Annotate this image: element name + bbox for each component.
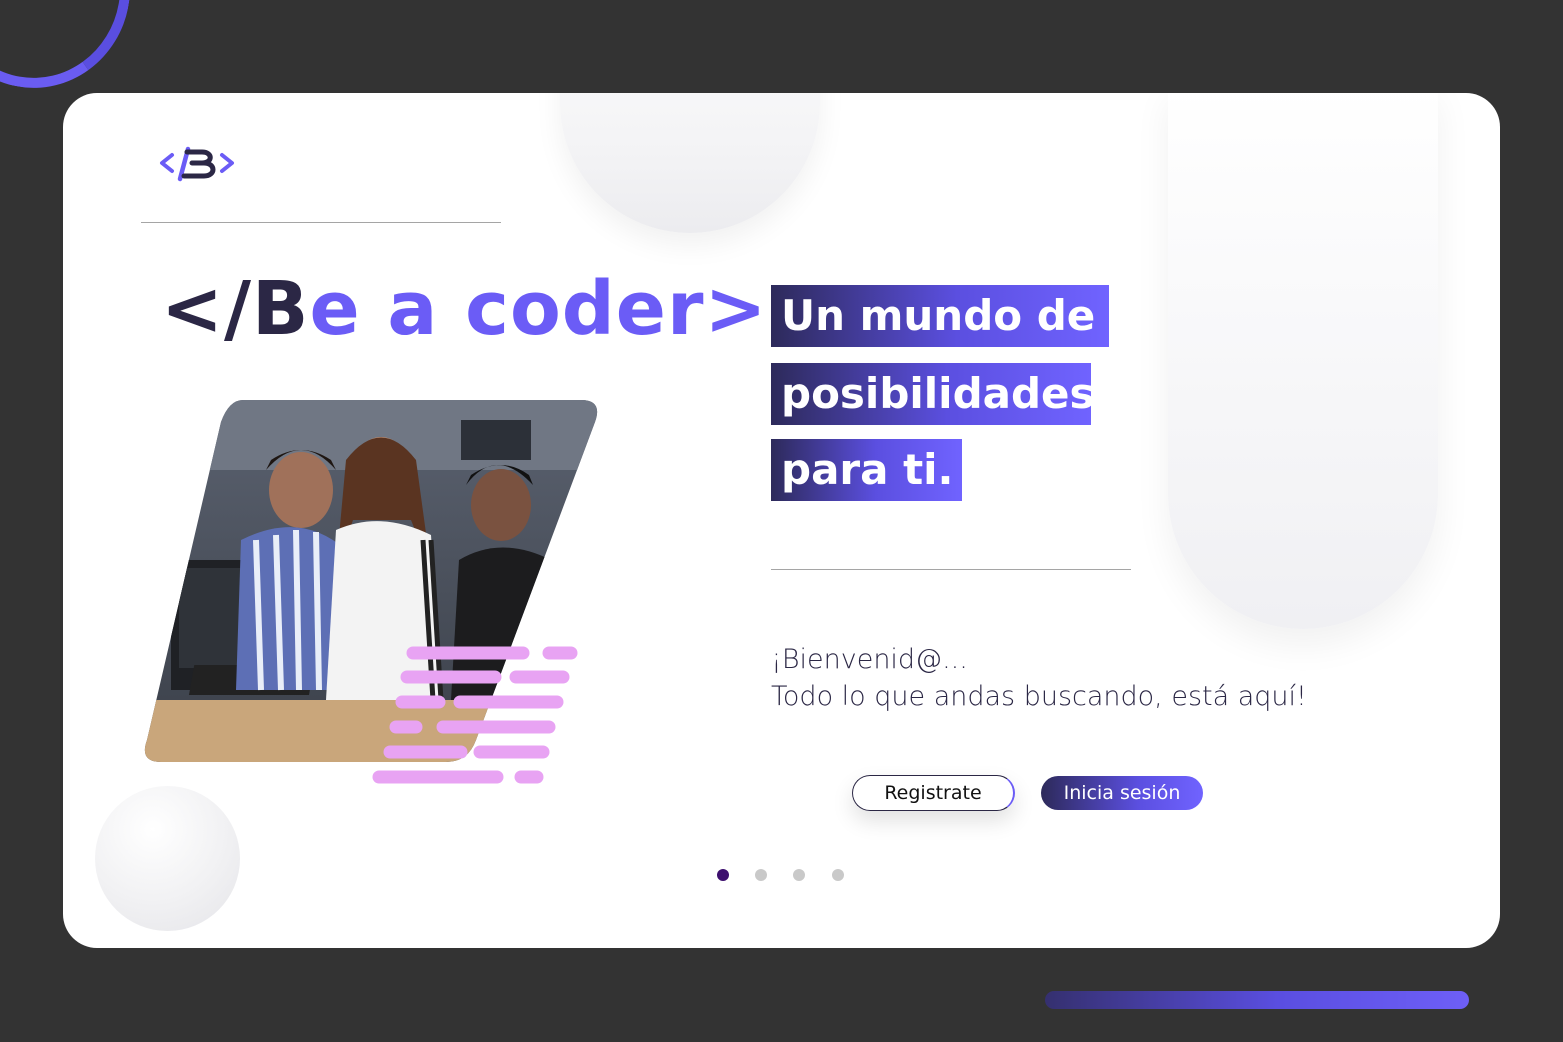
welcome-line-1: ¡Bienvenid@... xyxy=(771,644,968,675)
decorative-circle xyxy=(95,786,240,931)
carousel-dot-3[interactable] xyxy=(793,869,805,881)
hero-title-dark: </B xyxy=(161,266,310,352)
hero-title: </Be a coder> xyxy=(161,266,768,352)
decorative-code-lines xyxy=(372,646,578,784)
divider-top xyxy=(141,222,501,223)
welcome-message: ¡Bienvenid@... Todo lo que andas buscand… xyxy=(771,641,1307,715)
carousel-dot-2[interactable] xyxy=(755,869,767,881)
headline-line-2: posibilidades xyxy=(771,363,1095,425)
login-button[interactable]: Inicia sesión xyxy=(1041,776,1203,810)
headline-line-1: Un mundo de xyxy=(771,285,1109,347)
brand-logo-icon xyxy=(160,146,234,182)
carousel-dot-1[interactable] xyxy=(717,869,729,881)
welcome-card: </Be a coder> Un mundo de posibilidades … xyxy=(63,93,1500,948)
divider-middle xyxy=(771,569,1131,570)
register-button[interactable]: Registrate xyxy=(852,775,1015,811)
hero-title-accent: e a coder> xyxy=(309,266,768,352)
welcome-line-2: Todo lo que andas buscando, está aquí! xyxy=(771,681,1307,712)
decorative-right-shape xyxy=(1168,93,1438,629)
decorative-corner-arc xyxy=(0,0,146,103)
headline-line-3: para ti. xyxy=(771,439,962,501)
carousel-dot-4[interactable] xyxy=(832,869,844,881)
decorative-top-shape xyxy=(560,93,820,233)
decorative-bottom-bar xyxy=(1045,991,1469,1009)
